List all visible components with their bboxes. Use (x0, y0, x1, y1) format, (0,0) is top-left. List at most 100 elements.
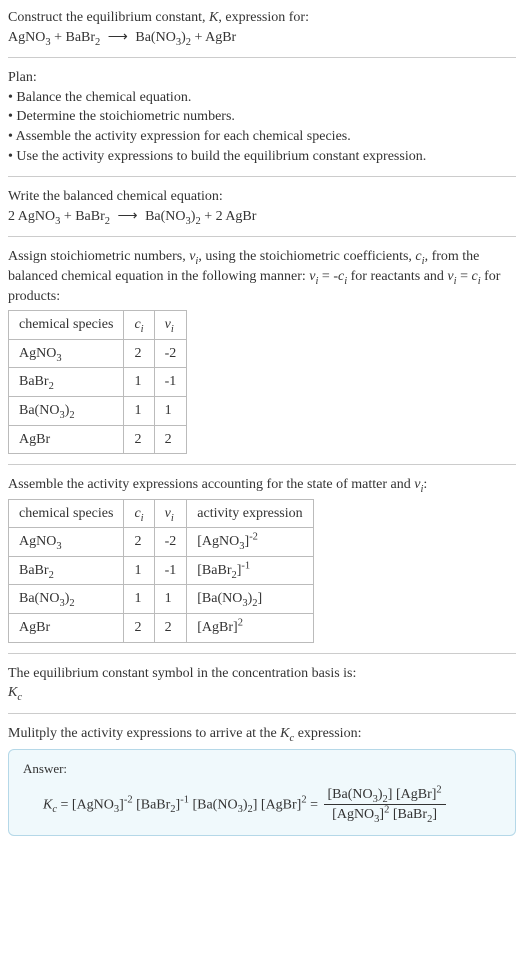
multiply-text: expression: (294, 726, 361, 741)
activity-table: chemical species ci νi activity expressi… (8, 499, 314, 643)
subscript-c: c (17, 692, 22, 703)
arrow: ⟶ (114, 209, 142, 224)
subscript: 2 (95, 36, 100, 47)
expr: [AgNO (197, 534, 239, 549)
species: AgNO (8, 30, 45, 45)
table-row: BaBr2 1 -1 [BaBr2]-1 (9, 556, 314, 585)
expr: ] (258, 591, 263, 606)
arrow: ⟶ (104, 30, 132, 45)
numerator: [Ba(NO3)2] [AgBr]2 (324, 785, 446, 806)
c-cell: 2 (124, 425, 154, 454)
divider (8, 464, 516, 465)
plan-bullet: • Balance the chemical equation. (8, 88, 516, 108)
divider (8, 57, 516, 58)
balanced-eq: 2 AgNO3 + BaBr2 ⟶ Ba(NO3)2 + 2 AgBr (8, 209, 256, 224)
denominator: [AgNO3]2 [BaBr2] (324, 805, 446, 825)
nu-cell: -2 (154, 339, 187, 368)
balanced-section: Write the balanced chemical equation: 2 … (8, 187, 516, 226)
eq-rhs: Ba(NO3)2 + AgBr (135, 30, 236, 45)
subscript-i: i (171, 324, 174, 335)
subscript-i: i (171, 512, 174, 523)
assemble-section: Assemble the activity expressions accoun… (8, 475, 516, 643)
balanced-header: Write the balanced chemical equation: (8, 187, 516, 207)
species: AgNO (19, 534, 56, 549)
table-row: AgNO3 2 -2 [AgNO3]-2 (9, 528, 314, 557)
table-header-row: chemical species ci νi activity expressi… (9, 499, 314, 528)
species-cell: BaBr2 (9, 368, 124, 397)
superscript: -2 (124, 794, 133, 805)
species-cell: Ba(NO3)2 (9, 585, 124, 614)
col-nu: νi (154, 311, 187, 340)
activity-cell: [AgNO3]-2 (187, 528, 313, 557)
species-cell: AgBr (9, 425, 124, 454)
col-nu: νi (154, 499, 187, 528)
ksymbol-text: The equilibrium constant symbol in the c… (8, 664, 516, 684)
table-row: Ba(NO3)2 1 1 (9, 396, 187, 425)
intro-text-b: , expression for: (218, 10, 309, 25)
assemble-text: Assemble the activity expressions accoun… (8, 477, 414, 492)
c-cell: 2 (124, 614, 154, 643)
c-cell: 1 (124, 396, 154, 425)
species: BaBr (19, 374, 49, 389)
expr: [BaBr (133, 797, 171, 812)
subscript-i: i (141, 324, 144, 335)
subscript: 3 (56, 353, 61, 364)
c-cell: 1 (124, 585, 154, 614)
plan-header: Plan: (8, 68, 516, 88)
col-species: chemical species (9, 311, 124, 340)
superscript: -1 (180, 794, 189, 805)
answer-label: Answer: (23, 760, 501, 778)
intro-text: Construct the equilibrium constant, (8, 10, 209, 25)
intro-section: Construct the equilibrium constant, K, e… (8, 8, 516, 47)
table-row: AgBr 2 2 [AgBr]2 (9, 614, 314, 643)
expr: = [AgNO (57, 797, 114, 812)
divider (8, 653, 516, 654)
nu-cell: -2 (154, 528, 187, 557)
eq-lhs: AgNO3 + BaBr2 (8, 30, 104, 45)
activity-cell: [Ba(NO3)2] (187, 585, 313, 614)
nu-cell: -1 (154, 556, 187, 585)
subscript: 2 (49, 381, 54, 392)
species-cell: AgNO3 (9, 528, 124, 557)
nu-cell: -1 (154, 368, 187, 397)
expr: [AgBr] (197, 620, 237, 635)
nu-cell: 2 (154, 425, 187, 454)
col-c: ci (124, 311, 154, 340)
k-symbol: K (43, 797, 52, 812)
expr: [Ba(NO (197, 591, 242, 606)
assign-section: Assign stoichiometric numbers, νi , using… (8, 247, 516, 454)
nu-cell: 1 (154, 396, 187, 425)
plan-section: Plan: • Balance the chemical equation. •… (8, 68, 516, 166)
table-row: AgNO3 2 -2 (9, 339, 187, 368)
divider (8, 713, 516, 714)
expr: [Ba(NO (328, 787, 373, 802)
superscript: 2 (238, 617, 243, 628)
species: 2 AgNO (8, 209, 55, 224)
answer-equation: Kc = [AgNO3]-2 [BaBr2]-1 [Ba(NO3)2] [AgB… (23, 785, 501, 825)
plan-bullet: • Use the activity expressions to build … (8, 147, 516, 167)
assign-text: = - (318, 269, 338, 284)
col-c: ci (124, 499, 154, 528)
assign-text: , using the stoichiometric coefficients, (198, 249, 415, 264)
species: Ba(NO (145, 209, 185, 224)
subscript: 2 (69, 598, 74, 609)
table-row: Ba(NO3)2 1 1 [Ba(NO3)2] (9, 585, 314, 614)
superscript: 2 (436, 784, 441, 795)
assign-text: Assign stoichiometric numbers, (8, 249, 189, 264)
assign-text: for reactants and (347, 269, 447, 284)
expr: [BaBr (197, 563, 231, 578)
expr: = (307, 797, 322, 812)
col-activity: activity expression (187, 499, 313, 528)
species-cell: AgBr (9, 614, 124, 643)
expr: ] [AgBr] (388, 787, 437, 802)
c-cell: 1 (124, 556, 154, 585)
assemble-text: : (423, 477, 427, 492)
species: Ba(NO (19, 591, 59, 606)
k-symbol: K (209, 10, 218, 25)
species: + BaBr (60, 209, 104, 224)
answer-box: Answer: Kc = [AgNO3]-2 [BaBr2]-1 [Ba(NO3… (8, 749, 516, 835)
subscript-i: i (141, 512, 144, 523)
species: Ba(NO (19, 403, 59, 418)
species: + 2 AgBr (201, 209, 257, 224)
subscript: 2 (69, 410, 74, 421)
